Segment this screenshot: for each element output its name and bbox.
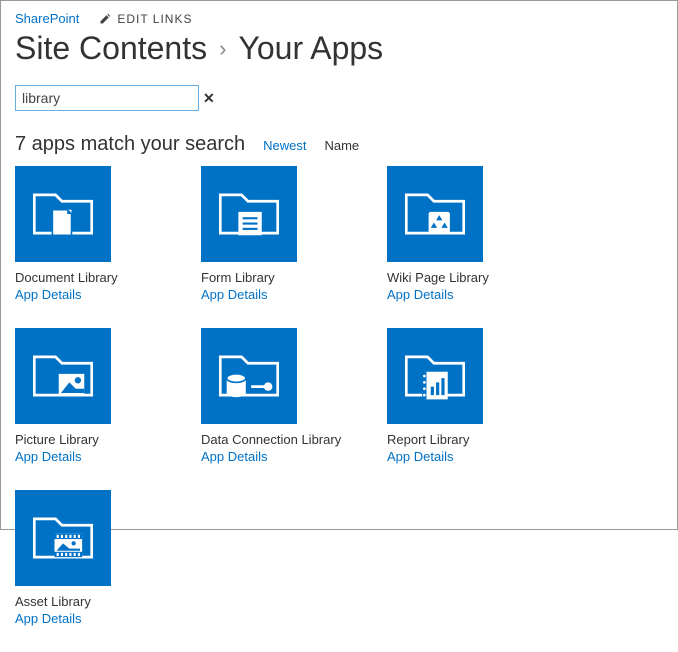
app-tile[interactable] xyxy=(201,328,297,424)
app-card: Asset Library App Details xyxy=(15,490,175,626)
chevron-right-icon: › xyxy=(219,36,226,62)
edit-links-button[interactable]: EDIT LINKS xyxy=(99,12,192,26)
app-tile[interactable] xyxy=(387,166,483,262)
sort-newest[interactable]: Newest xyxy=(263,138,306,153)
page-title: Your Apps xyxy=(238,30,383,67)
app-tile[interactable] xyxy=(15,166,111,262)
results-bar: 7 apps match your search Newest Name xyxy=(15,133,663,156)
pencil-icon xyxy=(99,13,111,25)
results-count: 7 apps match your search xyxy=(15,133,245,156)
app-tile[interactable] xyxy=(15,490,111,586)
edit-links-label: EDIT LINKS xyxy=(117,12,192,26)
app-card: Document Library App Details xyxy=(15,166,175,302)
app-details-link[interactable]: App Details xyxy=(201,287,267,302)
app-details-link[interactable]: App Details xyxy=(201,449,267,464)
clear-search-icon[interactable]: ✕ xyxy=(203,90,215,107)
app-details-link[interactable]: App Details xyxy=(15,611,81,626)
app-card: Form Library App Details xyxy=(201,166,361,302)
app-name[interactable]: Document Library xyxy=(15,270,175,285)
breadcrumb-root[interactable]: Site Contents xyxy=(15,30,207,67)
app-name[interactable]: Picture Library xyxy=(15,432,175,447)
app-name[interactable]: Report Library xyxy=(387,432,547,447)
app-details-link[interactable]: App Details xyxy=(387,287,453,302)
search-input[interactable] xyxy=(22,90,203,106)
app-name[interactable]: Data Connection Library xyxy=(201,432,361,447)
top-nav: SharePoint EDIT LINKS xyxy=(15,11,663,26)
app-card: Picture Library App Details xyxy=(15,328,175,464)
app-name[interactable]: Asset Library xyxy=(15,594,175,609)
search-box[interactable]: ✕ xyxy=(15,85,199,111)
app-details-link[interactable]: App Details xyxy=(15,449,81,464)
app-details-link[interactable]: App Details xyxy=(387,449,453,464)
apps-grid: Document Library App Details Form Library A… xyxy=(15,166,663,652)
app-card: Data Connection Library App Details xyxy=(201,328,361,464)
breadcrumb: Site Contents › Your Apps xyxy=(15,30,663,67)
app-tile[interactable] xyxy=(15,328,111,424)
app-name[interactable]: Form Library xyxy=(201,270,361,285)
app-name[interactable]: Wiki Page Library xyxy=(387,270,547,285)
app-tile[interactable] xyxy=(387,328,483,424)
app-details-link[interactable]: App Details xyxy=(15,287,81,302)
app-card: Wiki Page Library App Details xyxy=(387,166,547,302)
sort-name[interactable]: Name xyxy=(324,138,359,153)
sharepoint-link[interactable]: SharePoint xyxy=(15,11,79,26)
app-tile[interactable] xyxy=(201,166,297,262)
app-card: Report Library App Details xyxy=(387,328,547,464)
